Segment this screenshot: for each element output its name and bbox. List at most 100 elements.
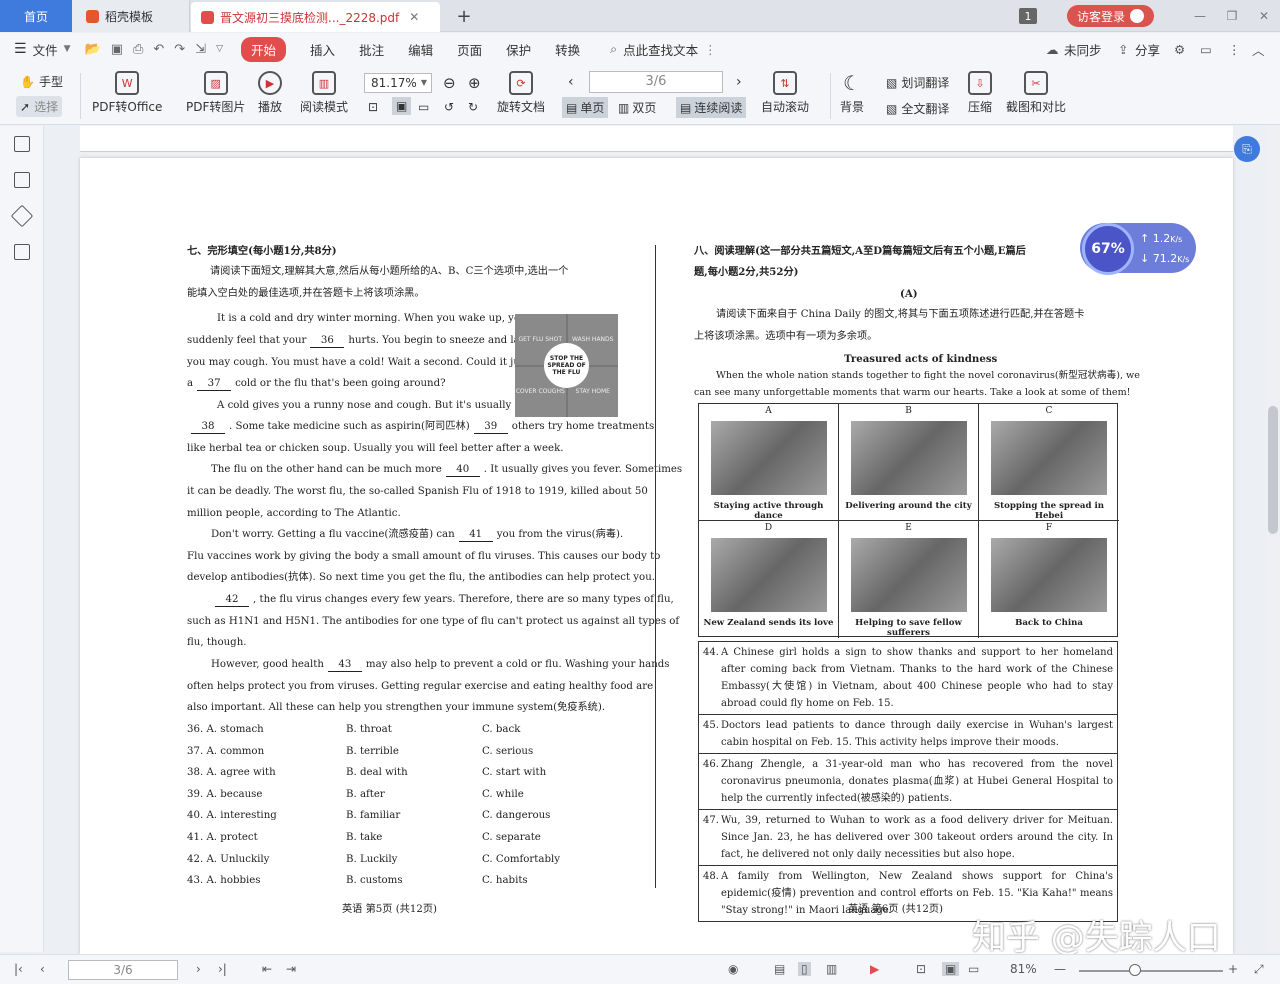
export-icon[interactable]: ⇲ [195, 42, 206, 57]
zoom-slider[interactable] [1079, 970, 1223, 972]
photo-caption: Staying active through dance [713, 501, 824, 521]
menu-protect[interactable]: 保护 [506, 40, 531, 59]
back-icon[interactable]: ⇤ [262, 962, 272, 976]
more-chevron-icon[interactable]: ▽ [216, 44, 223, 54]
rotate-right-icon[interactable]: ↻ [468, 100, 478, 114]
fit-width-icon[interactable]: ▭ [418, 100, 429, 114]
login-button[interactable]: 访客登录 [1066, 5, 1154, 27]
prev-page-status-icon[interactable]: ‹ [40, 962, 45, 976]
play-status-icon[interactable]: ▶ [870, 962, 879, 976]
zoom-slider-knob[interactable] [1129, 964, 1141, 976]
next-page-icon[interactable]: › [736, 74, 742, 90]
compress-button[interactable]: ⇩ 压缩 [968, 71, 992, 115]
attachment-icon[interactable] [13, 244, 30, 260]
thumbnail-icon[interactable] [13, 172, 30, 188]
float-tool-icon[interactable]: ⎘ [1234, 136, 1260, 162]
zoom-in-icon[interactable]: ⊕ [468, 74, 481, 92]
passage-line: Flu vaccines work by giving the body a s… [187, 551, 660, 563]
double-view-icon[interactable]: ▥ [826, 962, 837, 976]
save-icon[interactable]: ▣ [111, 42, 123, 57]
redo-icon[interactable]: ↷ [174, 42, 185, 57]
word-translate-button[interactable]: ▧ 划词翻译 [886, 74, 949, 91]
play-button[interactable]: ▶ 播放 [258, 71, 282, 115]
eye-protection-icon[interactable]: ◉ [728, 962, 738, 976]
open-folder-icon[interactable]: 📂 [85, 42, 101, 57]
fit-page-status-icon[interactable]: ▣ [942, 962, 960, 976]
single-page-view-icon[interactable]: ▤ [774, 962, 785, 976]
rotate-document-button[interactable]: ⟳ 旋转文档 [497, 71, 545, 115]
sync-status[interactable]: 未同步 [1064, 40, 1102, 59]
zoom-status-value[interactable]: 81% [1010, 962, 1037, 976]
collapse-ribbon-icon[interactable]: ︿ [1252, 40, 1265, 59]
zoom-out-icon[interactable]: ⊖ [443, 74, 456, 92]
continuous-read-button[interactable]: ▤ 连续阅读 [676, 97, 747, 118]
right-page-footer: 英语 第6页 (共12页) [848, 904, 943, 915]
print-icon[interactable]: ⎙ [133, 42, 143, 57]
full-translate-button[interactable]: ▧ 全文翻译 [886, 100, 949, 117]
bookmark-icon[interactable] [10, 204, 33, 228]
fit-width-status-icon[interactable]: ▭ [968, 962, 979, 976]
read-mode-button[interactable]: ▥ 阅读模式 [300, 71, 348, 115]
prev-page-icon[interactable]: ‹ [568, 74, 574, 90]
chevron-down-icon[interactable]: ▼ [64, 44, 71, 54]
tab-pdf-document[interactable]: 晋文源初三摸底检测..._2228.pdf ✕ [191, 2, 440, 32]
last-page-icon[interactable]: ›| [218, 962, 227, 976]
pdf-to-image-button[interactable]: ▨ PDF转图片 [186, 71, 245, 115]
pdf-to-office-button[interactable]: W PDF转Office [92, 71, 162, 115]
menu-file[interactable]: 文件 [33, 40, 58, 59]
menu-page[interactable]: 页面 [457, 40, 482, 59]
outline-icon[interactable] [13, 136, 30, 152]
scrollbar-thumb[interactable] [1268, 406, 1278, 534]
hand-tool[interactable]: ✋ 手型 [20, 73, 63, 90]
photo-image [711, 421, 827, 495]
menu-insert[interactable]: 插入 [310, 40, 335, 59]
more-options-icon[interactable]: ⋮ [1228, 42, 1241, 57]
next-page-status-icon[interactable]: › [196, 962, 201, 976]
undo-icon[interactable]: ↶ [153, 42, 164, 57]
passage-line: a 37 cold or the flu that's been going aro… [187, 378, 446, 391]
share-button[interactable]: 分享 [1135, 40, 1160, 59]
actual-size-icon[interactable]: ⊡ [368, 100, 378, 114]
menu-edit[interactable]: 编辑 [408, 40, 433, 59]
passage-line: suddenly feel that your 36 hurts. You begi… [187, 335, 535, 348]
menu-bar: ☰ 文件 ▼ 📂 ▣ ⎙ ↶ ↷ ⇲ ▽ 开始 插入 批注 编辑 页面 保护 转… [0, 33, 1280, 65]
select-tool[interactable]: ➚ 选择 [16, 96, 63, 117]
page-number-input[interactable]: 3/6 [589, 71, 723, 93]
zoom-select[interactable]: 81.17% ▼ [364, 73, 432, 93]
settings-icon[interactable]: ⚙ [1174, 42, 1185, 57]
zoom-in-status-icon[interactable]: + [1228, 962, 1238, 976]
first-page-icon[interactable]: |‹ [14, 962, 23, 976]
hamburger-icon[interactable]: ☰ [14, 41, 27, 57]
menu-start[interactable]: 开始 [241, 36, 287, 62]
vertical-scrollbar[interactable] [1266, 126, 1280, 952]
menu-comment[interactable]: 批注 [359, 40, 384, 59]
actual-size-status-icon[interactable]: ⊡ [916, 962, 926, 976]
status-page-input[interactable]: 3/6 [68, 960, 178, 980]
background-button[interactable]: ☾ 背景 [840, 71, 864, 115]
search-text-button[interactable]: 点此查找文本 [623, 40, 698, 59]
comment-icon[interactable]: ▭ [1200, 42, 1212, 57]
auto-scroll-button[interactable]: ⇅ 自动滚动 [761, 71, 809, 115]
menu-convert[interactable]: 转换 [555, 40, 580, 59]
network-speed-widget[interactable]: 67% ↑ 1.2K/s ↓ 71.2K/s [1080, 223, 1196, 275]
tab-home[interactable]: 首页 [0, 0, 72, 32]
more-icon[interactable]: ⋮ [704, 42, 717, 57]
fit-page-icon[interactable]: ▣ [392, 97, 412, 115]
rotate-left-icon[interactable]: ↺ [444, 100, 454, 114]
maximize-icon[interactable]: ❐ [1216, 9, 1248, 23]
close-window-icon[interactable]: ✕ [1248, 9, 1280, 23]
continuous-view-icon[interactable]: ▯ [798, 962, 811, 976]
option-item: B. familiar [346, 810, 401, 822]
close-tab-icon[interactable]: ✕ [409, 10, 419, 24]
double-page-button[interactable]: ▥ 双页 [618, 99, 656, 116]
forward-icon[interactable]: ⇥ [286, 962, 296, 976]
fullscreen-icon[interactable]: ⤢ [1254, 962, 1264, 977]
single-page-button[interactable]: ▤ 单页 [562, 97, 609, 118]
statement-number: 47. [703, 815, 719, 826]
window-count-badge[interactable]: 1 [1018, 8, 1037, 24]
minimize-icon[interactable]: — [1184, 9, 1216, 23]
new-tab-button[interactable]: + [450, 0, 478, 32]
zoom-out-status-icon[interactable]: — [1054, 962, 1066, 976]
screenshot-compare-button[interactable]: ✂ 截图和对比 [1006, 71, 1066, 115]
tab-template[interactable]: 稻壳模板 [72, 0, 190, 32]
